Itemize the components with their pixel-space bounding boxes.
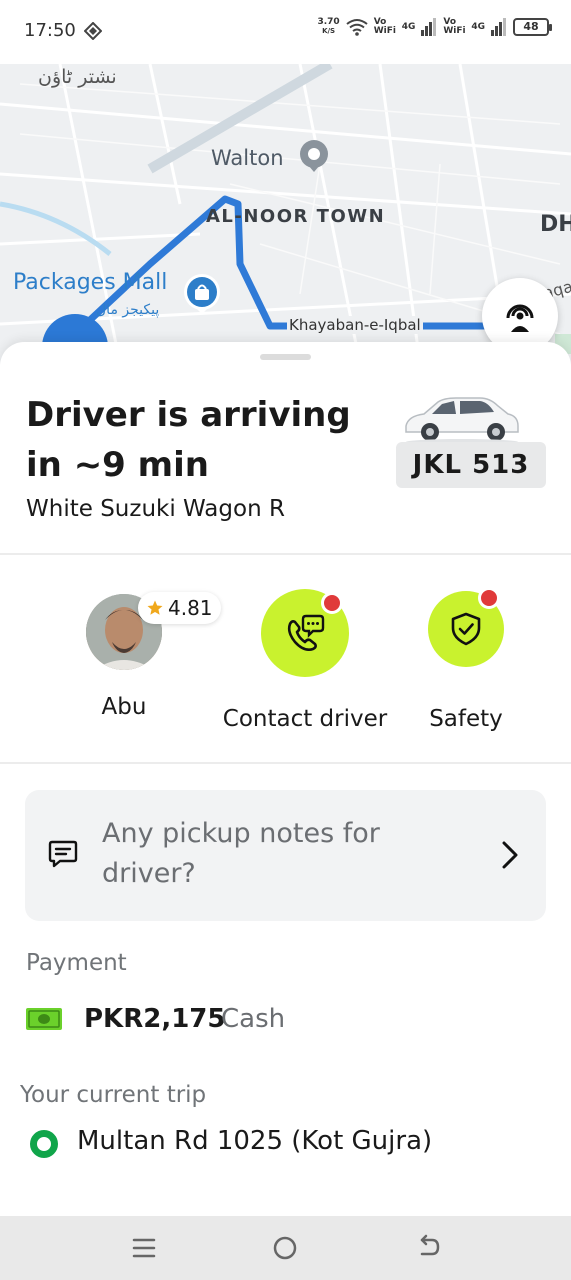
arrival-title: Driver is arriving in ~9 min (26, 395, 351, 485)
safety-label[interactable]: Safety (416, 706, 516, 732)
cash-icon (26, 1008, 62, 1030)
status-time: 17:50 (24, 20, 76, 41)
contact-notification-dot (321, 592, 343, 614)
volte-wifi-tag: Vo WiFi (373, 17, 396, 36)
menu-icon[interactable] (130, 1234, 158, 1262)
message-icon (48, 840, 78, 868)
driver-name: Abu (101, 694, 147, 720)
signal-icon (421, 18, 437, 36)
vehicle-description: White Suzuki Wagon R (26, 496, 285, 522)
star-icon (147, 600, 163, 615)
system-nav-bar (0, 1216, 571, 1280)
safety-notification-dot (478, 587, 500, 609)
home-icon[interactable] (271, 1234, 299, 1262)
location-pin-icon[interactable] (296, 138, 332, 174)
rating-value: 4.81 (168, 596, 213, 620)
pickup-marker-icon (30, 1130, 58, 1158)
license-plate: JKL 513 (396, 442, 546, 488)
map-label-walton: Walton (211, 146, 284, 170)
shield-check-icon (451, 612, 481, 646)
back-icon[interactable] (414, 1234, 442, 1262)
map-label-dh: DH (540, 212, 571, 237)
status-bar: 17:50 3.70 K/S Vo WiFi 4G Vo WiFi 4G 48 (0, 0, 571, 64)
signal-tag-2: 4G (471, 21, 485, 32)
signal-icon-2 (491, 18, 506, 36)
divider (0, 553, 571, 555)
net-speed-unit: K/S (322, 27, 336, 35)
map-label-al-noor: AL-NOOR TOWN (206, 206, 386, 227)
map-view[interactable]: نشتر ٹاؤن Walton AL-NOOR TOWN DH Package… (0, 64, 571, 364)
drag-handle[interactable] (260, 354, 311, 360)
chevron-right-icon (502, 841, 518, 869)
wifi-icon (346, 19, 368, 36)
shopping-bag-icon[interactable] (182, 272, 222, 316)
trip-sheet: Driver is arriving in ~9 min White Suzuk… (0, 342, 571, 1216)
signal-tag-1: 4G (401, 21, 416, 32)
car-icon (405, 397, 519, 445)
divider-2 (0, 762, 571, 764)
phone-chat-icon (287, 614, 325, 651)
status-icons: 3.70 K/S Vo WiFi 4G Vo WiFi 4G 48 (317, 17, 552, 36)
payment-heading: Payment (26, 950, 127, 976)
driver-rating: 4.81 (138, 592, 221, 624)
contact-driver-button[interactable] (261, 589, 349, 677)
map-label-khayaban: Khayaban-e-Iqbal (287, 316, 423, 334)
net-speed-value: 3.70 (317, 17, 340, 27)
payment-method: Cash (221, 1004, 286, 1034)
net-speed: 3.70 K/S (317, 18, 339, 36)
payment-amount: PKR2,175 (84, 1004, 226, 1034)
pickup-notes-button[interactable]: Any pickup notes for driver? (25, 790, 546, 921)
diamond-nav-icon (84, 22, 102, 40)
contact-driver-label[interactable]: Contact driver (210, 706, 400, 732)
current-trip-heading: Your current trip (20, 1082, 207, 1108)
pickup-notes-placeholder: Any pickup notes for driver? (102, 818, 380, 889)
safety-button[interactable] (428, 587, 504, 667)
listen-icon (506, 304, 534, 332)
battery-icon: 48 (513, 18, 552, 36)
map-label-packages: Packages Mall (13, 270, 168, 295)
pickup-address: Multan Rd 1025 (Kot Gujra) (77, 1126, 433, 1156)
map-label-packages-urdu: پیکیجز مال (96, 302, 160, 318)
volte-wifi-tag-2: Vo WiFi (443, 17, 466, 36)
map-label-nishtar: نشتر ٹاؤن (38, 66, 117, 88)
